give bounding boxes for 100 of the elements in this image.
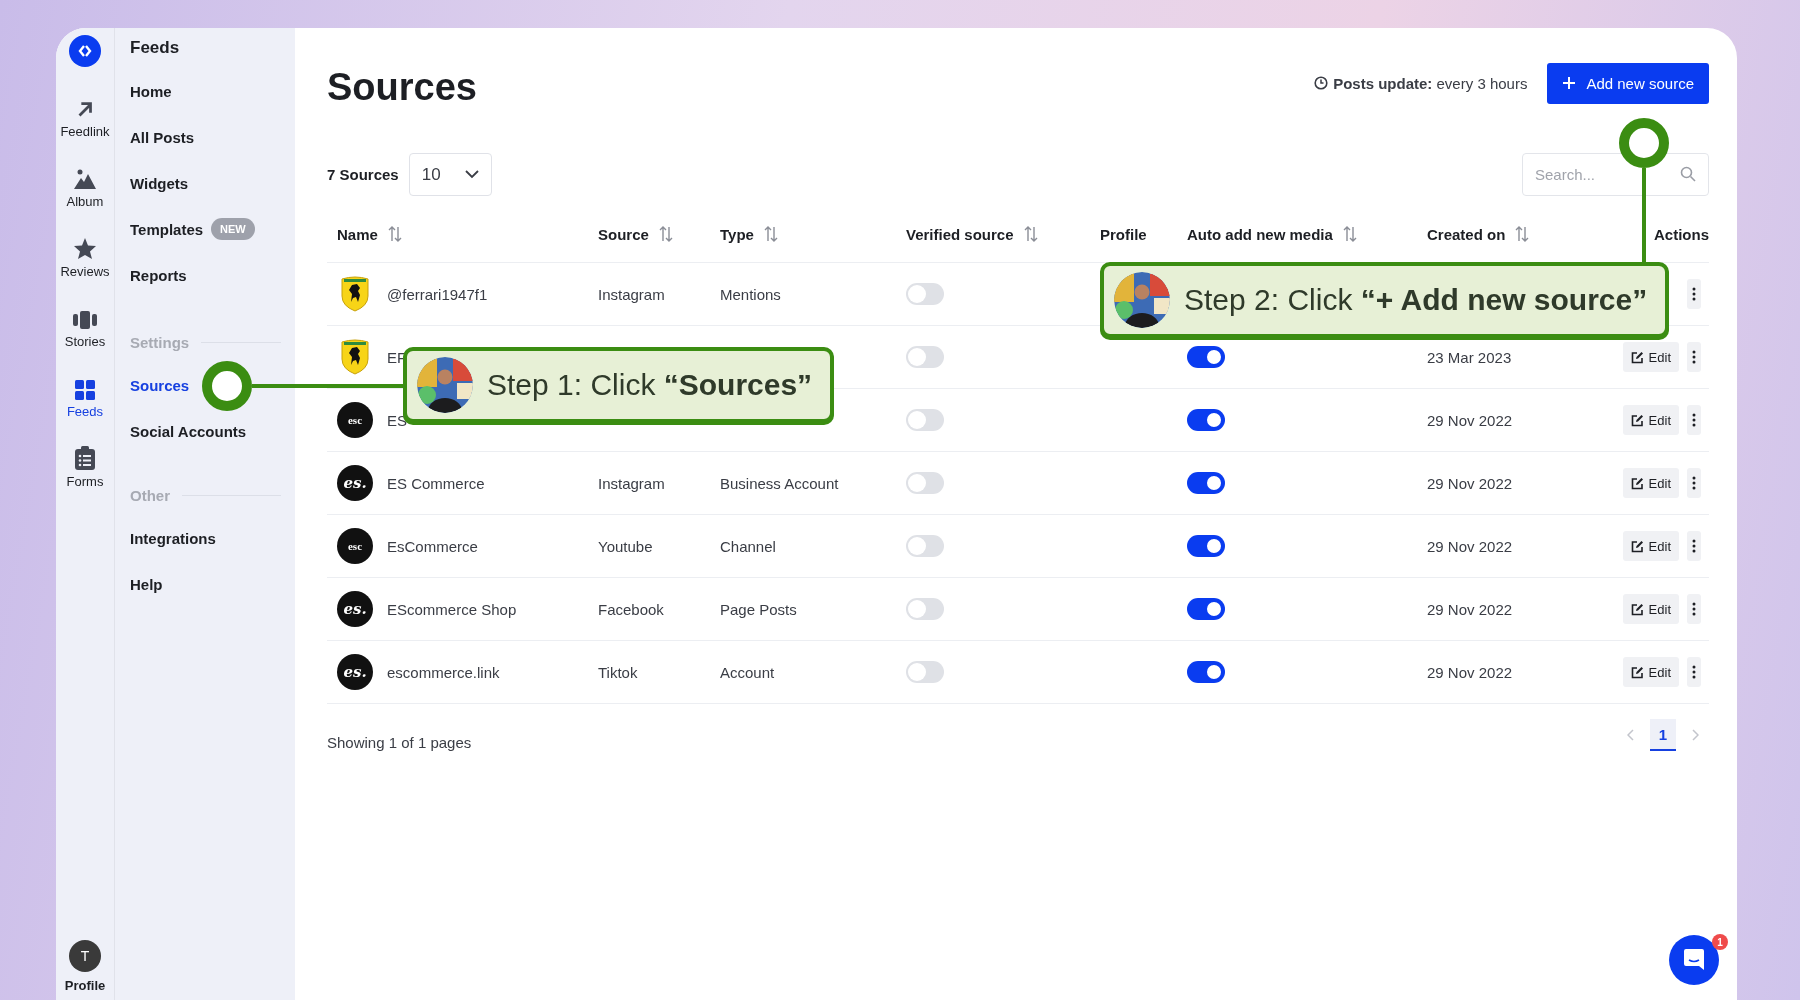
page-button[interactable]: 1 — [1650, 719, 1676, 751]
toggle-switch[interactable] — [906, 409, 944, 431]
ring-marker — [1619, 118, 1669, 168]
chat-icon — [1683, 948, 1705, 972]
edit-icon — [1630, 413, 1644, 427]
rail-item[interactable]: Reviews — [60, 229, 110, 279]
add-source-button[interactable]: Add new source — [1547, 62, 1709, 104]
shield-icon — [340, 276, 370, 312]
logo-icon: es. — [337, 654, 373, 690]
logo-icon: esc — [337, 528, 373, 564]
rail-item[interactable]: Feeds — [66, 369, 104, 419]
toggle-switch[interactable] — [906, 472, 944, 494]
sidebar-item[interactable]: Sources — [130, 376, 190, 394]
more-button[interactable] — [1687, 594, 1701, 624]
edit-button[interactable]: Edit — [1622, 657, 1679, 687]
logo-icon[interactable] — [69, 35, 101, 67]
sidebar-item[interactable]: All Posts — [130, 128, 195, 146]
toggle-switch[interactable] — [1187, 661, 1225, 683]
sort-icon[interactable] — [658, 226, 673, 242]
sort-icon[interactable] — [763, 226, 778, 242]
table-cell: Business Account — [720, 474, 839, 492]
sidebar-item[interactable]: Templates — [130, 220, 204, 238]
step-text: Step 1: Click “Sources” — [487, 368, 813, 402]
clock-icon — [1314, 76, 1329, 90]
sort-icon[interactable] — [1515, 226, 1530, 242]
page-title: Sources — [327, 65, 477, 109]
logo-icon: esc — [337, 402, 373, 438]
toggle-switch[interactable] — [906, 535, 944, 557]
toggle-switch[interactable] — [1187, 409, 1225, 431]
more-button[interactable] — [1687, 279, 1701, 309]
edit-button[interactable]: Edit — [1622, 342, 1679, 372]
table-cell: Channel — [720, 537, 776, 555]
sort-icon[interactable] — [1342, 226, 1357, 242]
section-heading: Settings — [130, 333, 190, 351]
source-name: EsCommerce — [387, 537, 478, 555]
more-button[interactable] — [1687, 468, 1701, 498]
edit-button[interactable]: Edit — [1622, 405, 1679, 435]
sidebar-item[interactable]: Social Accounts — [130, 422, 247, 440]
profile-avatar[interactable]: T — [69, 940, 101, 972]
table-cell: 29 Nov 2022 — [1427, 474, 1513, 492]
page-size-select[interactable]: 10 — [408, 153, 492, 196]
toggle-switch[interactable] — [906, 598, 944, 620]
rail-item[interactable]: Forms — [66, 439, 104, 489]
toggle-switch[interactable] — [1187, 535, 1225, 557]
edit-button[interactable]: Edit — [1622, 594, 1679, 624]
toggle-switch[interactable] — [1187, 472, 1225, 494]
sidebar-item[interactable]: Integrations — [130, 529, 216, 547]
column-header: Name — [337, 225, 378, 243]
sidebar-item[interactable]: Widgets — [130, 174, 189, 192]
sidebar-title: Feeds — [130, 37, 181, 59]
table-cell: 23 Mar 2023 — [1427, 348, 1512, 366]
table-cell: Instagram — [598, 474, 665, 492]
logo-icon: es. — [337, 591, 373, 627]
more-icon — [1692, 287, 1696, 301]
sidebar-item[interactable]: Home — [130, 82, 172, 100]
sidebar-item[interactable]: Help — [130, 575, 163, 593]
sort-icon[interactable] — [387, 226, 402, 242]
more-button[interactable] — [1687, 342, 1701, 372]
more-icon — [1692, 350, 1696, 364]
profile-label[interactable]: Profile — [64, 978, 106, 993]
table-cell: 29 Nov 2022 — [1427, 411, 1513, 429]
sidebar-item[interactable]: Reports — [130, 266, 187, 284]
table-cell: Instagram — [598, 285, 665, 303]
clipboard-icon — [75, 446, 95, 470]
more-button[interactable] — [1687, 405, 1701, 435]
toggle-switch[interactable] — [906, 283, 944, 305]
more-icon — [1692, 539, 1696, 553]
table-cell: 29 Nov 2022 — [1427, 600, 1513, 618]
more-button[interactable] — [1687, 531, 1701, 561]
plus-icon — [1562, 76, 1577, 90]
rail-item[interactable]: Stories — [64, 299, 106, 349]
search-field[interactable]: Search... — [1522, 153, 1709, 196]
toggle-switch[interactable] — [906, 346, 944, 368]
edit-button[interactable]: Edit — [1622, 531, 1679, 561]
column-header: Verified source — [906, 225, 1014, 243]
grid-icon — [75, 380, 95, 400]
rail-item[interactable]: Feedlink — [60, 89, 110, 139]
step-text: Step 2: Click “+ Add new source” — [1184, 283, 1648, 317]
mountain-icon — [73, 168, 97, 190]
next-icon[interactable] — [1692, 729, 1699, 741]
source-name: escommerce.link — [387, 663, 500, 681]
toggle-switch[interactable] — [906, 661, 944, 683]
column-header: Created on — [1427, 225, 1506, 243]
toggle-switch[interactable] — [1187, 598, 1225, 620]
table-cell: Mentions — [720, 285, 781, 303]
sort-icon[interactable] — [1023, 226, 1038, 242]
rail-item[interactable]: Album — [66, 159, 104, 209]
toggle-switch[interactable] — [1187, 346, 1225, 368]
edit-icon — [1630, 539, 1644, 553]
more-icon — [1692, 476, 1696, 490]
column-header: Profile — [1100, 225, 1147, 243]
edit-button[interactable]: Edit — [1622, 468, 1679, 498]
column-header: Type — [720, 225, 754, 243]
logo-icon: es. — [337, 465, 373, 501]
update-info: Posts update: every 3 hours — [1333, 74, 1528, 92]
previous-icon[interactable] — [1627, 729, 1634, 741]
more-button[interactable] — [1687, 657, 1701, 687]
ring-marker — [202, 361, 252, 411]
table-cell: 29 Nov 2022 — [1427, 663, 1513, 681]
search-icon[interactable] — [1680, 166, 1696, 182]
